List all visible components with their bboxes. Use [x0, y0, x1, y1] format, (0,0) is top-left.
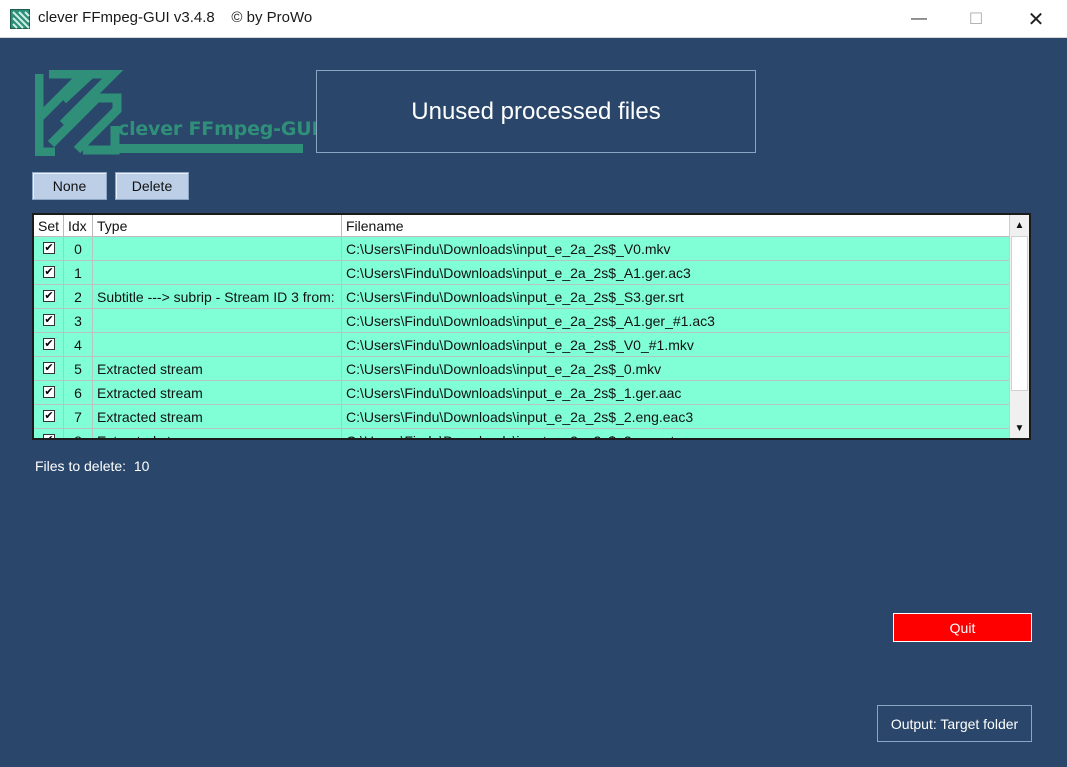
close-button[interactable]: ✕	[1013, 0, 1059, 38]
row-checkbox[interactable]: ✔	[43, 410, 55, 422]
row-idx: 5	[64, 357, 93, 381]
delete-button[interactable]: Delete	[115, 172, 189, 200]
row-type	[93, 309, 342, 333]
minimize-button[interactable]: —	[896, 0, 942, 38]
column-header-type[interactable]: Type	[93, 215, 342, 237]
row-checkbox[interactable]: ✔	[43, 338, 55, 350]
row-type: Extracted stream	[93, 405, 342, 429]
vertical-scrollbar[interactable]: ▲ ▼	[1009, 215, 1029, 438]
row-type: Extracted stream	[93, 429, 342, 438]
column-header-filename[interactable]: Filename	[342, 215, 1011, 237]
row-filename: C:\Users\Findu\Downloads\input_e_2a_2s$_…	[346, 385, 682, 401]
row-type	[93, 333, 342, 357]
table-row[interactable]: ✔ 3 C:\Users\Findu\Downloads\input_e_2a_…	[34, 309, 1011, 333]
scroll-thumb[interactable]	[1011, 236, 1028, 391]
table-row[interactable]: ✔ 4 C:\Users\Findu\Downloads\input_e_2a_…	[34, 333, 1011, 357]
table-row[interactable]: ✔ 1 C:\Users\Findu\Downloads\input_e_2a_…	[34, 261, 1011, 285]
row-filename: C:\Users\Findu\Downloads\input_e_2a_2s$_…	[346, 241, 671, 257]
table-body: ✔ 0 C:\Users\Findu\Downloads\input_e_2a_…	[34, 237, 1011, 438]
quit-button[interactable]: Quit	[893, 613, 1032, 642]
row-filename: C:\Users\Findu\Downloads\input_e_2a_2s$_…	[346, 313, 715, 329]
row-type: Extracted stream	[93, 357, 342, 381]
row-type: Subtitle ---> subrip - Stream ID 3 from:	[93, 285, 342, 309]
ffmpeg-logo-icon	[10, 9, 30, 29]
row-filename: C:\Users\Findu\Downloads\input_e_2a_2s$_…	[346, 337, 694, 353]
app-logo	[35, 70, 303, 156]
row-idx: 8	[64, 429, 93, 438]
row-idx: 7	[64, 405, 93, 429]
row-type	[93, 261, 342, 285]
row-filename: C:\Users\Findu\Downloads\input_e_2a_2s$_…	[346, 265, 691, 281]
table-row[interactable]: ✔ 6 Extracted stream C:\Users\Findu\Down…	[34, 381, 1011, 405]
row-idx: 1	[64, 261, 93, 285]
row-idx: 6	[64, 381, 93, 405]
none-button[interactable]: None	[32, 172, 107, 200]
row-checkbox[interactable]: ✔	[43, 434, 55, 438]
row-filename: C:\Users\Findu\Downloads\input_e_2a_2s$_…	[346, 361, 662, 377]
window-title: clever FFmpeg-GUI v3.4.8 © by ProWo	[38, 9, 313, 26]
scroll-up-icon[interactable]: ▲	[1010, 215, 1029, 235]
row-type	[93, 237, 342, 261]
table-row[interactable]: ✔ 5 Extracted stream C:\Users\Findu\Down…	[34, 357, 1011, 381]
column-header-idx[interactable]: Idx	[64, 215, 93, 237]
page-title: Unused processed files	[316, 70, 756, 153]
files-to-delete-label: Files to delete: 10	[35, 458, 150, 474]
row-idx: 0	[64, 237, 93, 261]
row-filename: C:\Users\Findu\Downloads\input_e_2a_2s$_…	[342, 429, 1011, 438]
row-filename: C:\Users\Findu\Downloads\input_e_2a_2s$_…	[346, 289, 684, 305]
row-idx: 3	[64, 309, 93, 333]
row-idx: 4	[64, 333, 93, 357]
row-checkbox[interactable]: ✔	[43, 314, 55, 326]
row-idx: 2	[64, 285, 93, 309]
row-filename: C:\Users\Findu\Downloads\input_e_2a_2s$_…	[346, 409, 694, 425]
title-bar: clever FFmpeg-GUI v3.4.8 © by ProWo — ☐ …	[0, 0, 1067, 38]
output-target-folder-button[interactable]: Output: Target folder	[877, 705, 1032, 742]
row-checkbox[interactable]: ✔	[43, 290, 55, 302]
scroll-down-icon[interactable]: ▼	[1010, 418, 1029, 438]
row-checkbox[interactable]: ✔	[43, 242, 55, 254]
logo-text: clever FFmpeg-GUI	[118, 118, 319, 140]
row-checkbox[interactable]: ✔	[43, 362, 55, 374]
table-header: Set Idx Type Filename	[34, 215, 1011, 237]
row-type: Extracted stream	[93, 381, 342, 405]
table-row[interactable]: ✔ 7 Extracted stream C:\Users\Findu\Down…	[34, 405, 1011, 429]
column-header-set[interactable]: Set	[34, 215, 64, 237]
table-row[interactable]: ✔ 8 Extracted stream C:\Users\Findu\Down…	[34, 429, 1011, 438]
table-row[interactable]: ✔ 0 C:\Users\Findu\Downloads\input_e_2a_…	[34, 237, 1011, 261]
files-table[interactable]: Set Idx Type Filename ✔ 0 C:\Users\Findu…	[32, 213, 1031, 440]
table-row[interactable]: ✔ 2 Subtitle ---> subrip - Stream ID 3 f…	[34, 285, 1011, 309]
row-checkbox[interactable]: ✔	[43, 266, 55, 278]
row-checkbox[interactable]: ✔	[43, 386, 55, 398]
maximize-button[interactable]: ☐	[953, 0, 999, 38]
